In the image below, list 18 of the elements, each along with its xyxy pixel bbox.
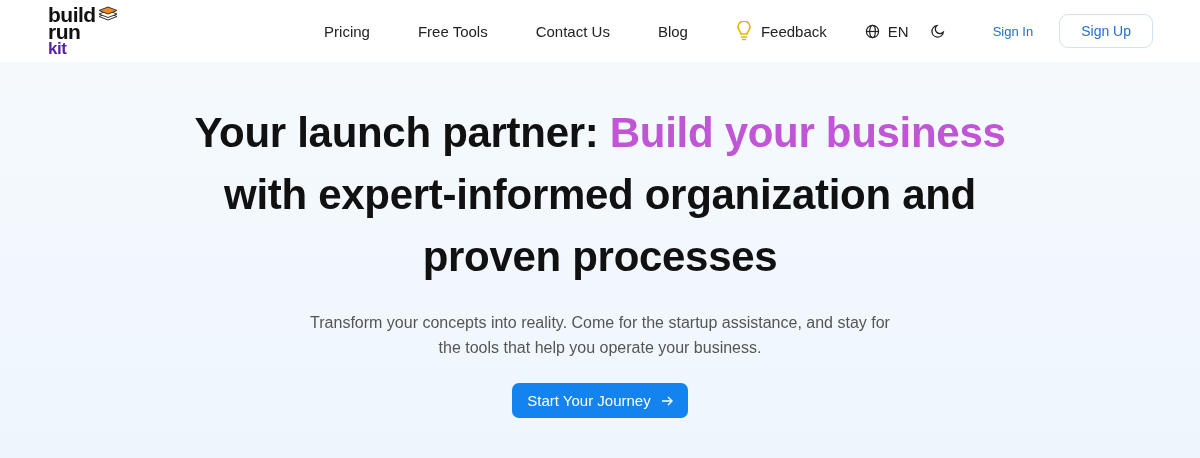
arrow-right-icon xyxy=(660,394,673,407)
feedback-link[interactable]: Feedback xyxy=(735,21,827,41)
hero-subtitle: Transform your concepts into reality. Come for the startup assistance, and stay for the tools that help you operate your business. xyxy=(309,313,891,358)
logo-text[interactable]: build xyxy=(48,5,96,23)
start-journey-button[interactable]: Start Your Journey xyxy=(512,383,688,418)
hero-headline: Your launch partner: Build your business with expert-informed organization and proven processes xyxy=(193,108,1007,282)
lightbulb-icon xyxy=(735,21,752,41)
globe-icon xyxy=(864,23,880,39)
nav-link[interactable]: Blog xyxy=(657,22,688,40)
logo-text[interactable]: run kit xyxy=(48,22,96,57)
sign-up-button[interactable]: Sign Up xyxy=(1059,14,1153,48)
language-selector[interactable]: EN xyxy=(864,22,909,40)
stacked-layers-icon xyxy=(97,5,118,22)
sign-in-link[interactable]: Sign In xyxy=(992,23,1034,39)
dark-mode-toggle[interactable] xyxy=(930,24,945,38)
nav-link[interactable]: Pricing xyxy=(324,22,370,40)
nav-link[interactable]: Contact Us xyxy=(535,22,610,40)
nav-link[interactable]: Free Tools xyxy=(417,22,488,40)
